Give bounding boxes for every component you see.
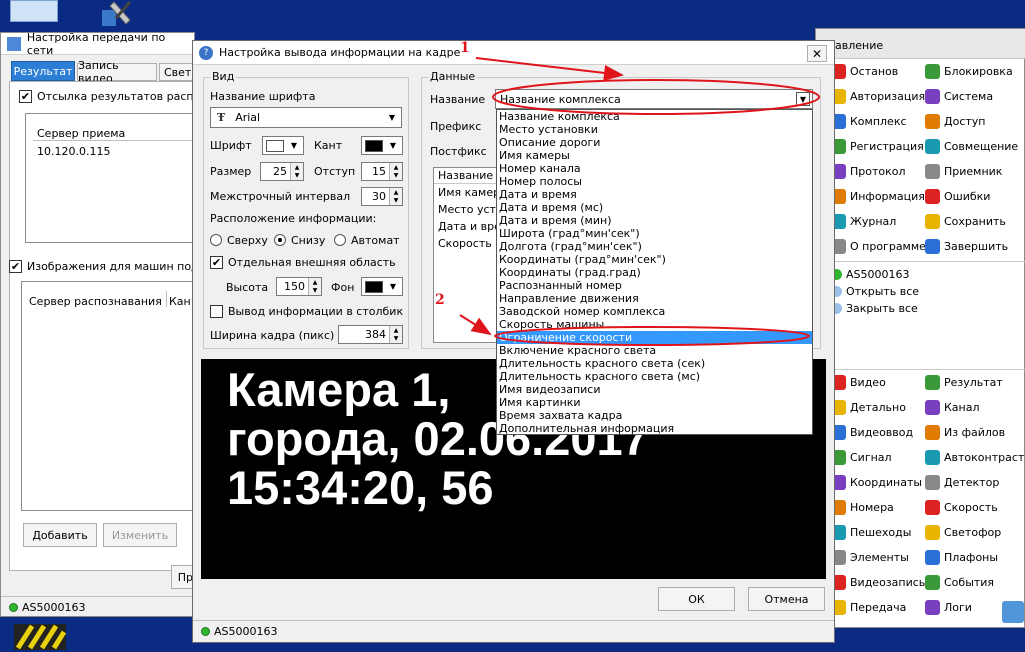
annotation-overlay xyxy=(459,57,820,346)
annotation-arrow-2 xyxy=(459,314,492,336)
annotation-number-2: 2 xyxy=(435,292,445,308)
annotation-ellipse-2 xyxy=(494,326,810,346)
annotation-ellipse-1 xyxy=(492,79,820,115)
annotation-number-1: 1 xyxy=(460,40,470,56)
annotation-arrow-1 xyxy=(475,57,624,81)
